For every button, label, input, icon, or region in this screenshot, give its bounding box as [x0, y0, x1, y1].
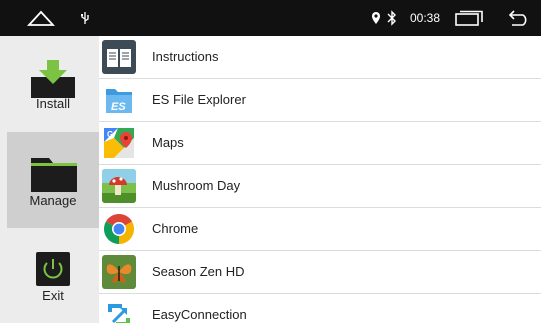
easyconnection-icon	[102, 298, 136, 323]
power-icon	[36, 252, 70, 286]
list-item-season-zen-hd[interactable]: Season Zen HD	[99, 251, 541, 294]
app-list: Instructions ES ES File Explorer G Maps	[99, 36, 541, 323]
sidebar-item-manage[interactable]: Manage	[7, 132, 99, 228]
list-item-instructions[interactable]: Instructions	[99, 36, 541, 79]
home-icon[interactable]	[26, 8, 56, 28]
es-file-explorer-icon: ES	[102, 83, 136, 117]
install-icon	[31, 60, 75, 98]
list-item-es-file-explorer[interactable]: ES ES File Explorer	[99, 79, 541, 122]
folder-icon	[31, 158, 77, 196]
app-name: Mushroom Day	[152, 178, 241, 193]
sidebar-item-install[interactable]: Install	[7, 36, 99, 132]
maps-icon: G	[102, 126, 136, 160]
app-name: Chrome	[152, 221, 199, 236]
list-item-chrome[interactable]: Chrome	[99, 208, 541, 251]
location-icon	[371, 11, 381, 25]
app-name: EasyConnection	[152, 307, 247, 322]
clock: 00:38	[410, 11, 441, 25]
bluetooth-icon	[387, 10, 397, 26]
butterfly-icon	[102, 255, 136, 289]
status-bar: 00:38	[0, 0, 541, 36]
app-name: Maps	[152, 135, 184, 150]
sidebar: Install Manage Exit	[0, 36, 99, 323]
sidebar-item-label: Exit	[42, 288, 64, 303]
sidebar-item-exit[interactable]: Exit	[7, 228, 99, 324]
list-item-easyconnection[interactable]: EasyConnection	[99, 294, 541, 323]
list-item-maps[interactable]: G Maps	[99, 122, 541, 165]
sidebar-item-label: Manage	[29, 193, 77, 208]
mushroom-day-icon	[102, 169, 136, 203]
app-name: Instructions	[152, 49, 219, 64]
book-icon	[102, 40, 136, 74]
app-name: ES File Explorer	[152, 92, 246, 107]
recent-apps-icon[interactable]	[454, 10, 484, 26]
usb-icon	[79, 11, 91, 25]
svg-text:G: G	[107, 130, 113, 139]
svg-text:ES: ES	[111, 101, 126, 113]
list-item-mushroom-day[interactable]: Mushroom Day	[99, 165, 541, 208]
chrome-icon	[102, 212, 136, 246]
app-name: Season Zen HD	[152, 264, 245, 279]
back-icon[interactable]	[506, 9, 532, 27]
sidebar-item-label: Install	[36, 96, 70, 111]
